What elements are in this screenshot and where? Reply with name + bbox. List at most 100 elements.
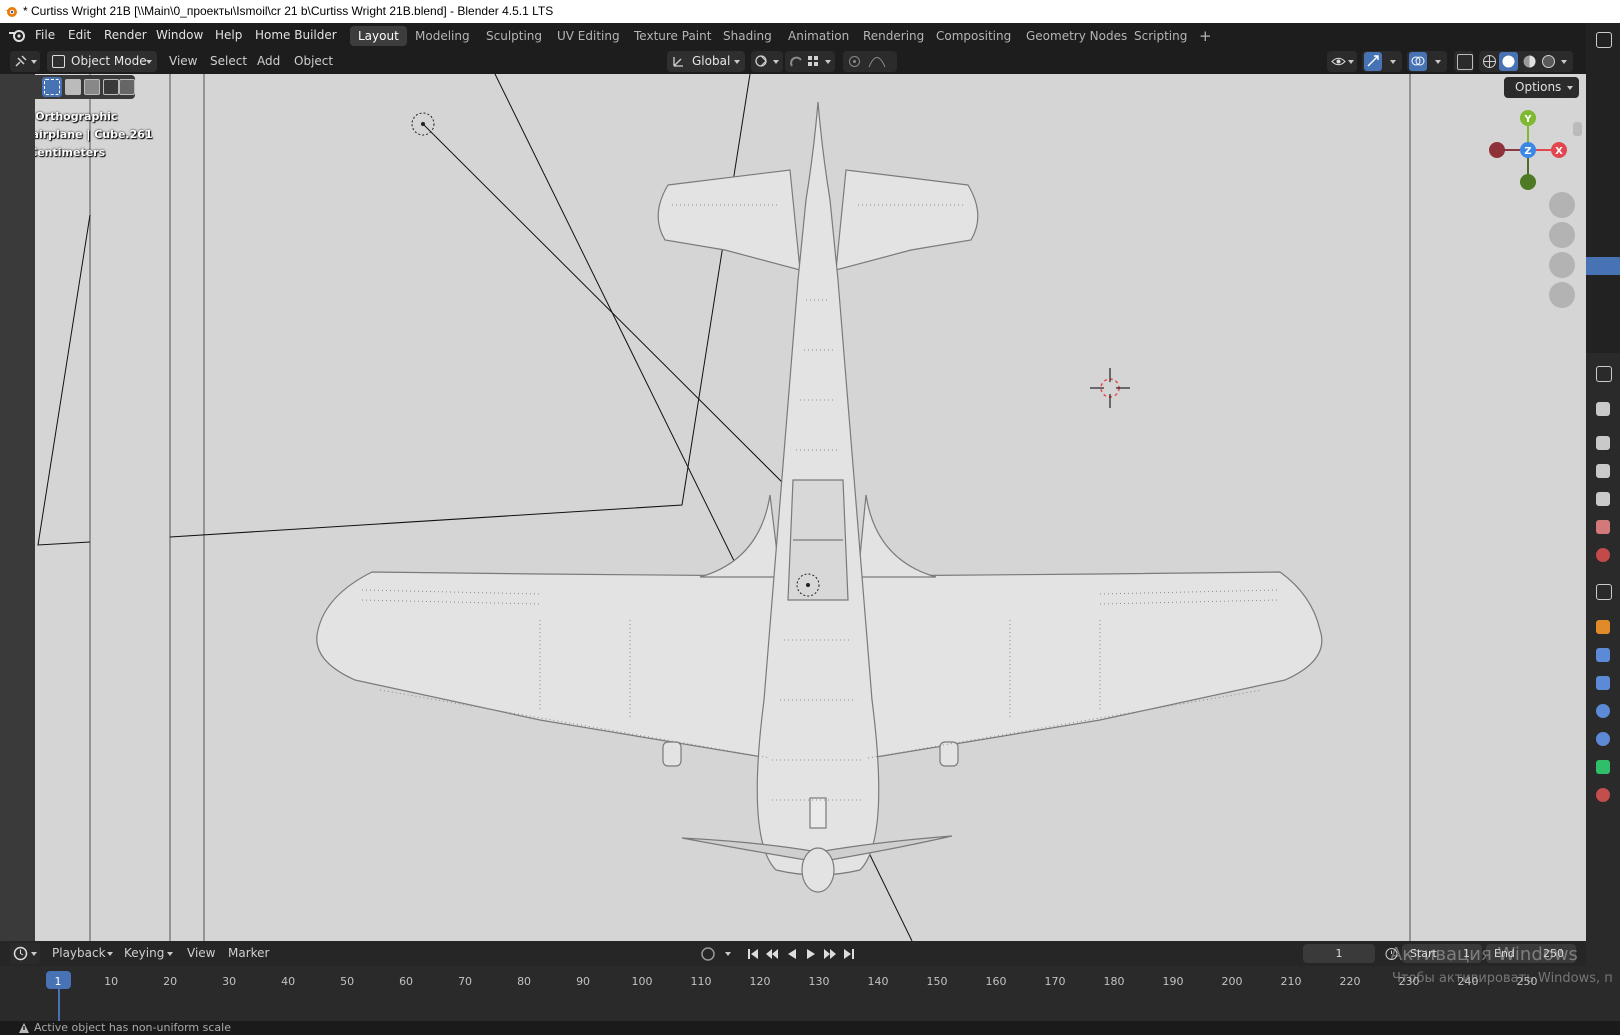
tab-texture-paint[interactable]: Texture Paint <box>626 26 719 46</box>
tab-modeling[interactable]: Modeling <box>407 26 478 46</box>
gizmo-toggle-group[interactable] <box>1362 51 1402 72</box>
menu-file[interactable]: File <box>35 28 55 42</box>
airplane-model[interactable] <box>316 101 1323 893</box>
3d-cursor-icon[interactable] <box>1090 368 1130 408</box>
play-reverse-icon[interactable] <box>785 947 799 961</box>
overlay-toggle[interactable] <box>1409 52 1427 71</box>
constraints-icon[interactable] <box>1596 732 1610 746</box>
tab-scripting[interactable]: Scripting <box>1126 26 1195 46</box>
select-intersect-button[interactable] <box>118 77 135 97</box>
select-invert-button[interactable] <box>101 77 119 97</box>
scene-canvas[interactable] <box>35 74 1586 941</box>
visibility-button[interactable] <box>1327 51 1357 72</box>
empty-object-marker[interactable] <box>411 112 435 136</box>
collection-properties-icon[interactable] <box>1596 584 1612 600</box>
options-dropdown[interactable]: Options <box>1504 77 1579 98</box>
proportional-editing-icon[interactable] <box>847 54 862 69</box>
particles-icon[interactable] <box>1596 676 1610 690</box>
zoom-icon[interactable] <box>1549 192 1575 218</box>
menu-marker[interactable]: Marker <box>228 946 269 960</box>
prev-keyframe-icon[interactable] <box>765 947 779 961</box>
render-properties-icon[interactable] <box>1596 436 1610 450</box>
status-bar: Active object has non-uniform scale <box>0 1021 1620 1035</box>
proportional-editing-group[interactable] <box>843 51 897 72</box>
outliner-editor-icon[interactable] <box>1596 32 1612 48</box>
frame-tick-label: 150 <box>926 975 948 988</box>
wireframe-shading-icon[interactable] <box>1482 54 1497 69</box>
menu-edit[interactable]: Edit <box>68 28 91 42</box>
snap-grid-icon[interactable] <box>807 55 820 68</box>
object-properties-icon[interactable] <box>1596 620 1610 634</box>
tab-animation[interactable]: Animation <box>780 26 857 46</box>
pan-hand-icon[interactable] <box>1549 222 1575 248</box>
frame-tick-label: 250 <box>1516 975 1538 988</box>
next-keyframe-icon[interactable] <box>823 947 837 961</box>
menu-add[interactable]: Add <box>257 54 280 68</box>
ortho-grid-icon[interactable] <box>1549 282 1575 308</box>
menu-select[interactable]: Select <box>210 54 247 68</box>
toolbar-strip <box>0 74 35 941</box>
physics-icon[interactable] <box>1596 704 1610 718</box>
output-properties-icon[interactable] <box>1596 464 1610 478</box>
shading-mode-group[interactable] <box>1479 51 1573 72</box>
current-frame-field[interactable]: 1 <box>1303 944 1375 963</box>
tab-geometry-nodes[interactable]: Geometry Nodes <box>1018 26 1135 46</box>
3d-viewport[interactable]: Top Orthographic (1) airplane | Cube.261… <box>35 74 1586 941</box>
gizmo-z-label: Z <box>1524 146 1531 157</box>
overlay-toggle-group[interactable] <box>1407 51 1447 72</box>
menu-object[interactable]: Object <box>294 54 333 68</box>
menu-render[interactable]: Render <box>104 28 147 42</box>
transform-orientation-dropdown[interactable]: Global <box>667 51 745 72</box>
modifier-wrench-icon[interactable] <box>1596 648 1610 662</box>
rendered-shading-icon[interactable] <box>1541 54 1556 69</box>
tab-sculpting[interactable]: Sculpting <box>478 26 550 46</box>
navigation-gizmo[interactable]: Y X Z <box>1484 106 1572 194</box>
chevron-down-icon <box>1390 60 1396 64</box>
world-properties-icon[interactable] <box>1596 548 1610 562</box>
play-icon[interactable] <box>804 947 818 961</box>
pivot-point-button[interactable] <box>751 51 783 72</box>
status-message: Active object has non-uniform scale <box>34 1021 231 1034</box>
material-properties-icon[interactable] <box>1596 788 1610 802</box>
scrollbar[interactable] <box>1573 122 1582 136</box>
tab-uv-editing[interactable]: UV Editing <box>549 26 628 46</box>
scene-properties-icon[interactable] <box>1596 520 1610 534</box>
select-intersect-icon <box>119 79 135 95</box>
view-layer-properties-icon[interactable] <box>1596 492 1610 506</box>
select-subtract-button[interactable] <box>82 77 100 97</box>
tab-shading[interactable]: Shading <box>715 26 780 46</box>
gizmo-toggle[interactable] <box>1364 52 1382 71</box>
mode-selector[interactable]: Object Mode <box>47 51 157 72</box>
outliner-selected-row[interactable] <box>1586 257 1620 275</box>
tab-rendering[interactable]: Rendering <box>855 26 932 46</box>
editor-type-button[interactable] <box>10 51 40 72</box>
menu-playback[interactable]: Playback <box>52 946 106 960</box>
material-preview-icon[interactable] <box>1522 54 1537 69</box>
select-extend-button[interactable] <box>63 77 81 97</box>
jump-end-icon[interactable] <box>842 947 856 961</box>
menu-home-builder[interactable]: Home Builder <box>255 28 337 42</box>
auto-keying-icon[interactable] <box>700 946 716 962</box>
camera-view-icon[interactable] <box>1549 252 1575 278</box>
timeline-editor-type-button[interactable] <box>10 943 40 964</box>
menu-view[interactable]: View <box>169 54 197 68</box>
snap-toggle-icon[interactable] <box>789 54 804 69</box>
tab-compositing[interactable]: Compositing <box>928 26 1019 46</box>
snapping-group[interactable] <box>785 51 835 72</box>
timeline-menu-view[interactable]: View <box>187 946 215 960</box>
solid-shading-button[interactable] <box>1499 52 1518 71</box>
tab-layout[interactable]: Layout <box>350 26 407 46</box>
add-workspace-button[interactable]: + <box>1191 26 1220 46</box>
jump-start-icon[interactable] <box>746 947 760 961</box>
properties-editor-icon[interactable] <box>1596 366 1612 382</box>
select-box-new-button[interactable] <box>42 77 62 97</box>
menu-help[interactable]: Help <box>215 28 242 42</box>
menu-window[interactable]: Window <box>156 28 203 42</box>
xray-toggle[interactable] <box>1454 51 1474 72</box>
blender-menu-icon[interactable] <box>8 27 26 43</box>
object-data-icon[interactable] <box>1596 760 1610 774</box>
menu-keying[interactable]: Keying <box>124 946 164 960</box>
falloff-icon[interactable] <box>868 54 886 69</box>
tool-properties-icon[interactable] <box>1596 402 1610 416</box>
gizmo-x-label: X <box>1555 146 1563 157</box>
